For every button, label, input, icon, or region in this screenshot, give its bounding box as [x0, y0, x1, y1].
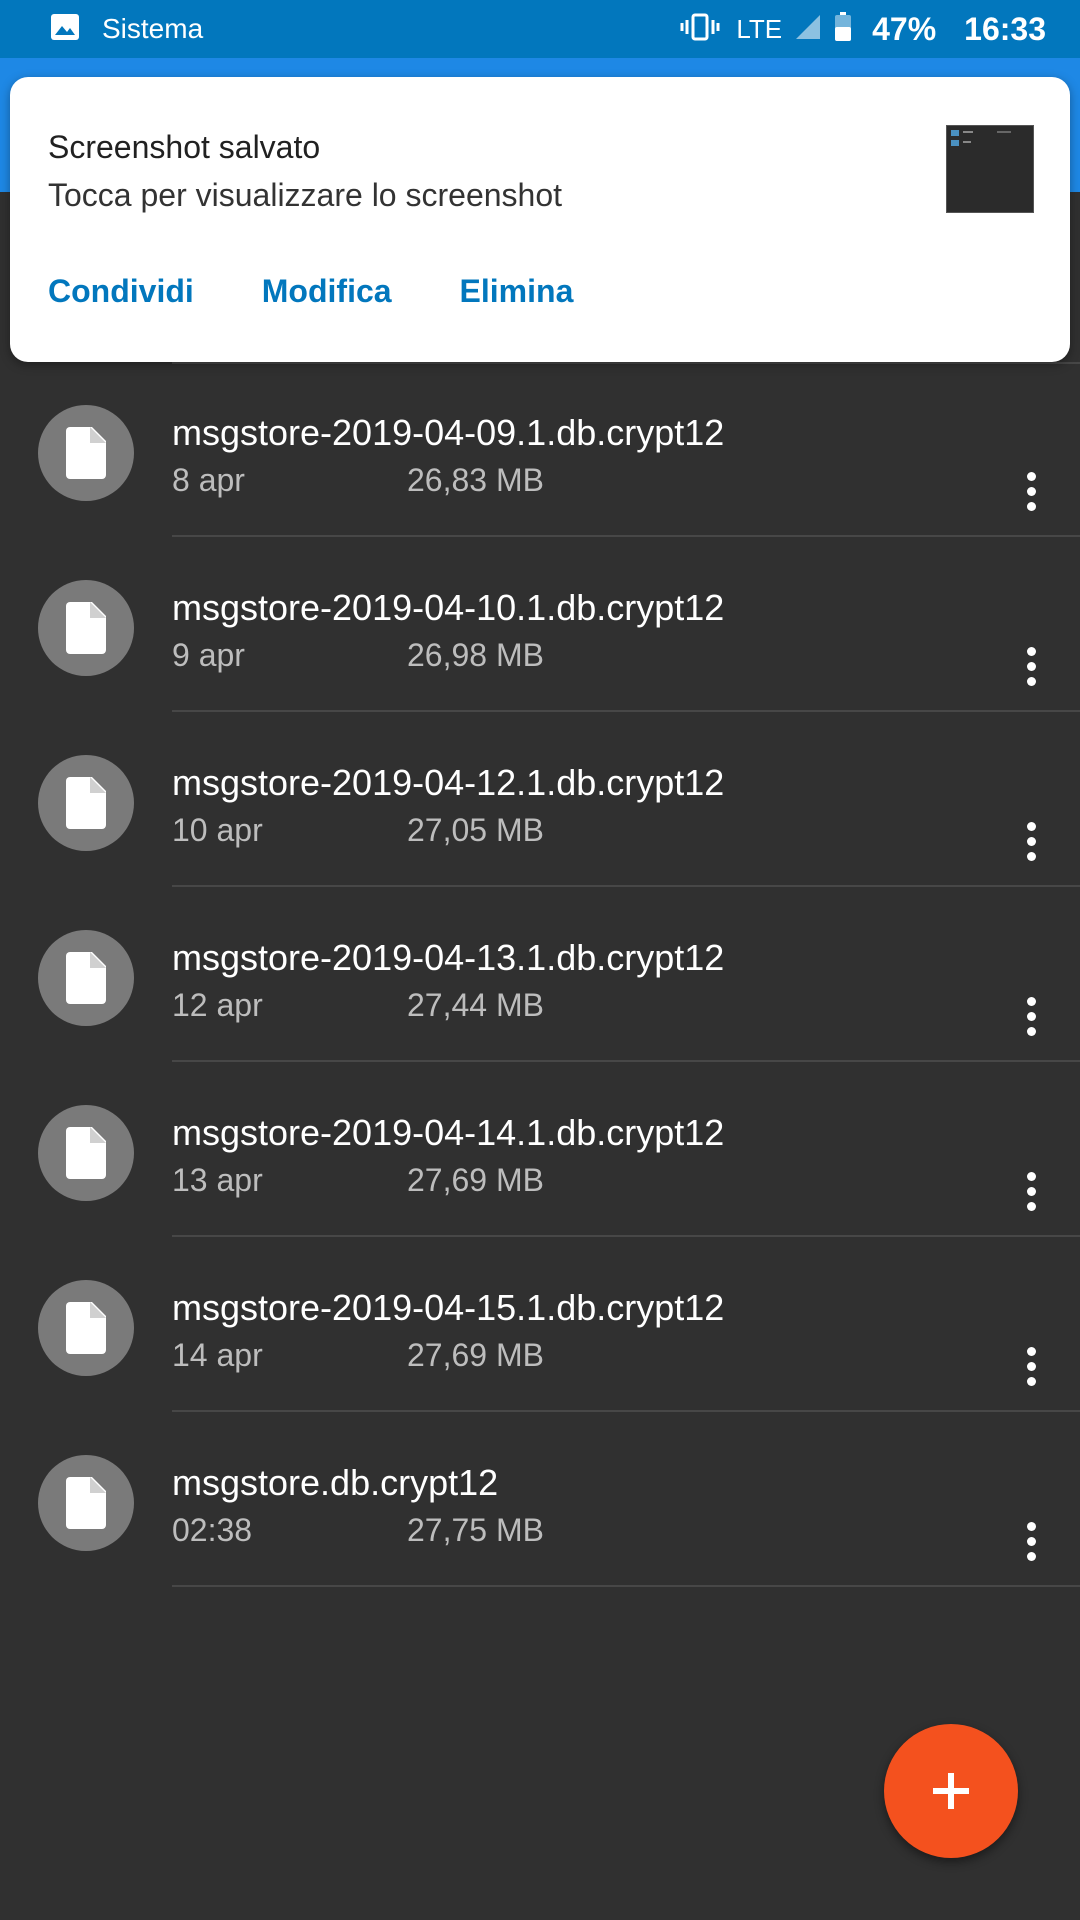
file-size: 26,98 MB [407, 637, 544, 673]
more-options-icon[interactable] [1016, 472, 1048, 512]
file-icon [38, 1455, 134, 1551]
more-options-icon[interactable] [1016, 822, 1048, 862]
file-date: 10 apr [172, 812, 263, 848]
file-row[interactable]: msgstore-2019-04-10.1.db.crypt12 9 apr 2… [0, 537, 1080, 712]
more-options-icon[interactable] [1016, 1172, 1048, 1212]
file-date: 14 apr [172, 1337, 263, 1373]
file-date: 9 apr [172, 637, 245, 673]
file-icon [38, 405, 134, 501]
delete-button[interactable]: Elimina [460, 273, 574, 310]
file-row[interactable]: msgstore-2019-04-12.1.db.crypt12 10 apr … [0, 712, 1080, 887]
more-options-icon[interactable] [1016, 1522, 1048, 1562]
edit-button[interactable]: Modifica [262, 273, 392, 310]
file-name: msgstore-2019-04-10.1.db.crypt12 [172, 587, 725, 628]
more-options-icon[interactable] [1016, 1347, 1048, 1387]
divider [172, 1585, 1080, 1587]
vibrate-icon [680, 13, 720, 46]
file-name: msgstore-2019-04-15.1.db.crypt12 [172, 1287, 725, 1328]
status-bar: Sistema LTE 47% 16:33 [0, 0, 1080, 58]
screenshot-thumbnail[interactable] [946, 125, 1034, 213]
file-row[interactable]: msgstore-2019-04-13.1.db.crypt12 12 apr … [0, 887, 1080, 1062]
share-button[interactable]: Condividi [48, 273, 194, 310]
file-name: msgstore-2019-04-09.1.db.crypt12 [172, 412, 725, 453]
file-icon [38, 755, 134, 851]
file-icon [38, 930, 134, 1026]
file-name: msgstore.db.crypt12 [172, 1462, 499, 1503]
file-size: 27,05 MB [407, 812, 544, 848]
file-date: 02:38 [172, 1512, 253, 1548]
screenshot-notification[interactable]: Screenshot salvato Tocca per visualizzar… [10, 77, 1070, 362]
file-name: msgstore-2019-04-14.1.db.crypt12 [172, 1112, 725, 1153]
signal-icon [794, 13, 822, 46]
file-icon [38, 1105, 134, 1201]
more-options-icon[interactable] [1016, 647, 1048, 687]
notification-text: Tocca per visualizzare lo screenshot [48, 177, 563, 213]
notification-title: Screenshot salvato [48, 129, 321, 165]
image-icon [50, 13, 80, 46]
add-button[interactable] [884, 1724, 1018, 1858]
file-name: msgstore-2019-04-12.1.db.crypt12 [172, 762, 725, 803]
file-date: 12 apr [172, 987, 263, 1023]
clock: 16:33 [964, 10, 1046, 47]
file-size: 27,69 MB [407, 1162, 544, 1198]
file-row[interactable]: msgstore-2019-04-15.1.db.crypt12 14 apr … [0, 1237, 1080, 1412]
file-size: 27,69 MB [407, 1337, 544, 1373]
file-row[interactable]: msgstore-2019-04-14.1.db.crypt12 13 apr … [0, 1062, 1080, 1237]
file-name: msgstore-2019-04-13.1.db.crypt12 [172, 937, 725, 978]
battery-icon [834, 11, 852, 47]
file-icon [38, 1280, 134, 1376]
more-options-icon[interactable] [1016, 997, 1048, 1037]
file-size: 26,83 MB [407, 462, 544, 498]
file-date: 8 apr [172, 462, 245, 498]
file-row[interactable]: msgstore-2019-04-09.1.db.crypt12 8 apr 2… [0, 362, 1080, 537]
notification-source-app: Sistema [102, 13, 204, 44]
file-row[interactable]: msgstore.db.crypt12 02:38 27,75 MB [0, 1412, 1080, 1587]
file-date: 13 apr [172, 1162, 263, 1198]
file-size: 27,75 MB [407, 1512, 544, 1548]
battery-percent: 47% [872, 10, 937, 47]
file-size: 27,44 MB [407, 987, 544, 1023]
network-type: LTE [736, 13, 783, 44]
file-icon [38, 580, 134, 676]
